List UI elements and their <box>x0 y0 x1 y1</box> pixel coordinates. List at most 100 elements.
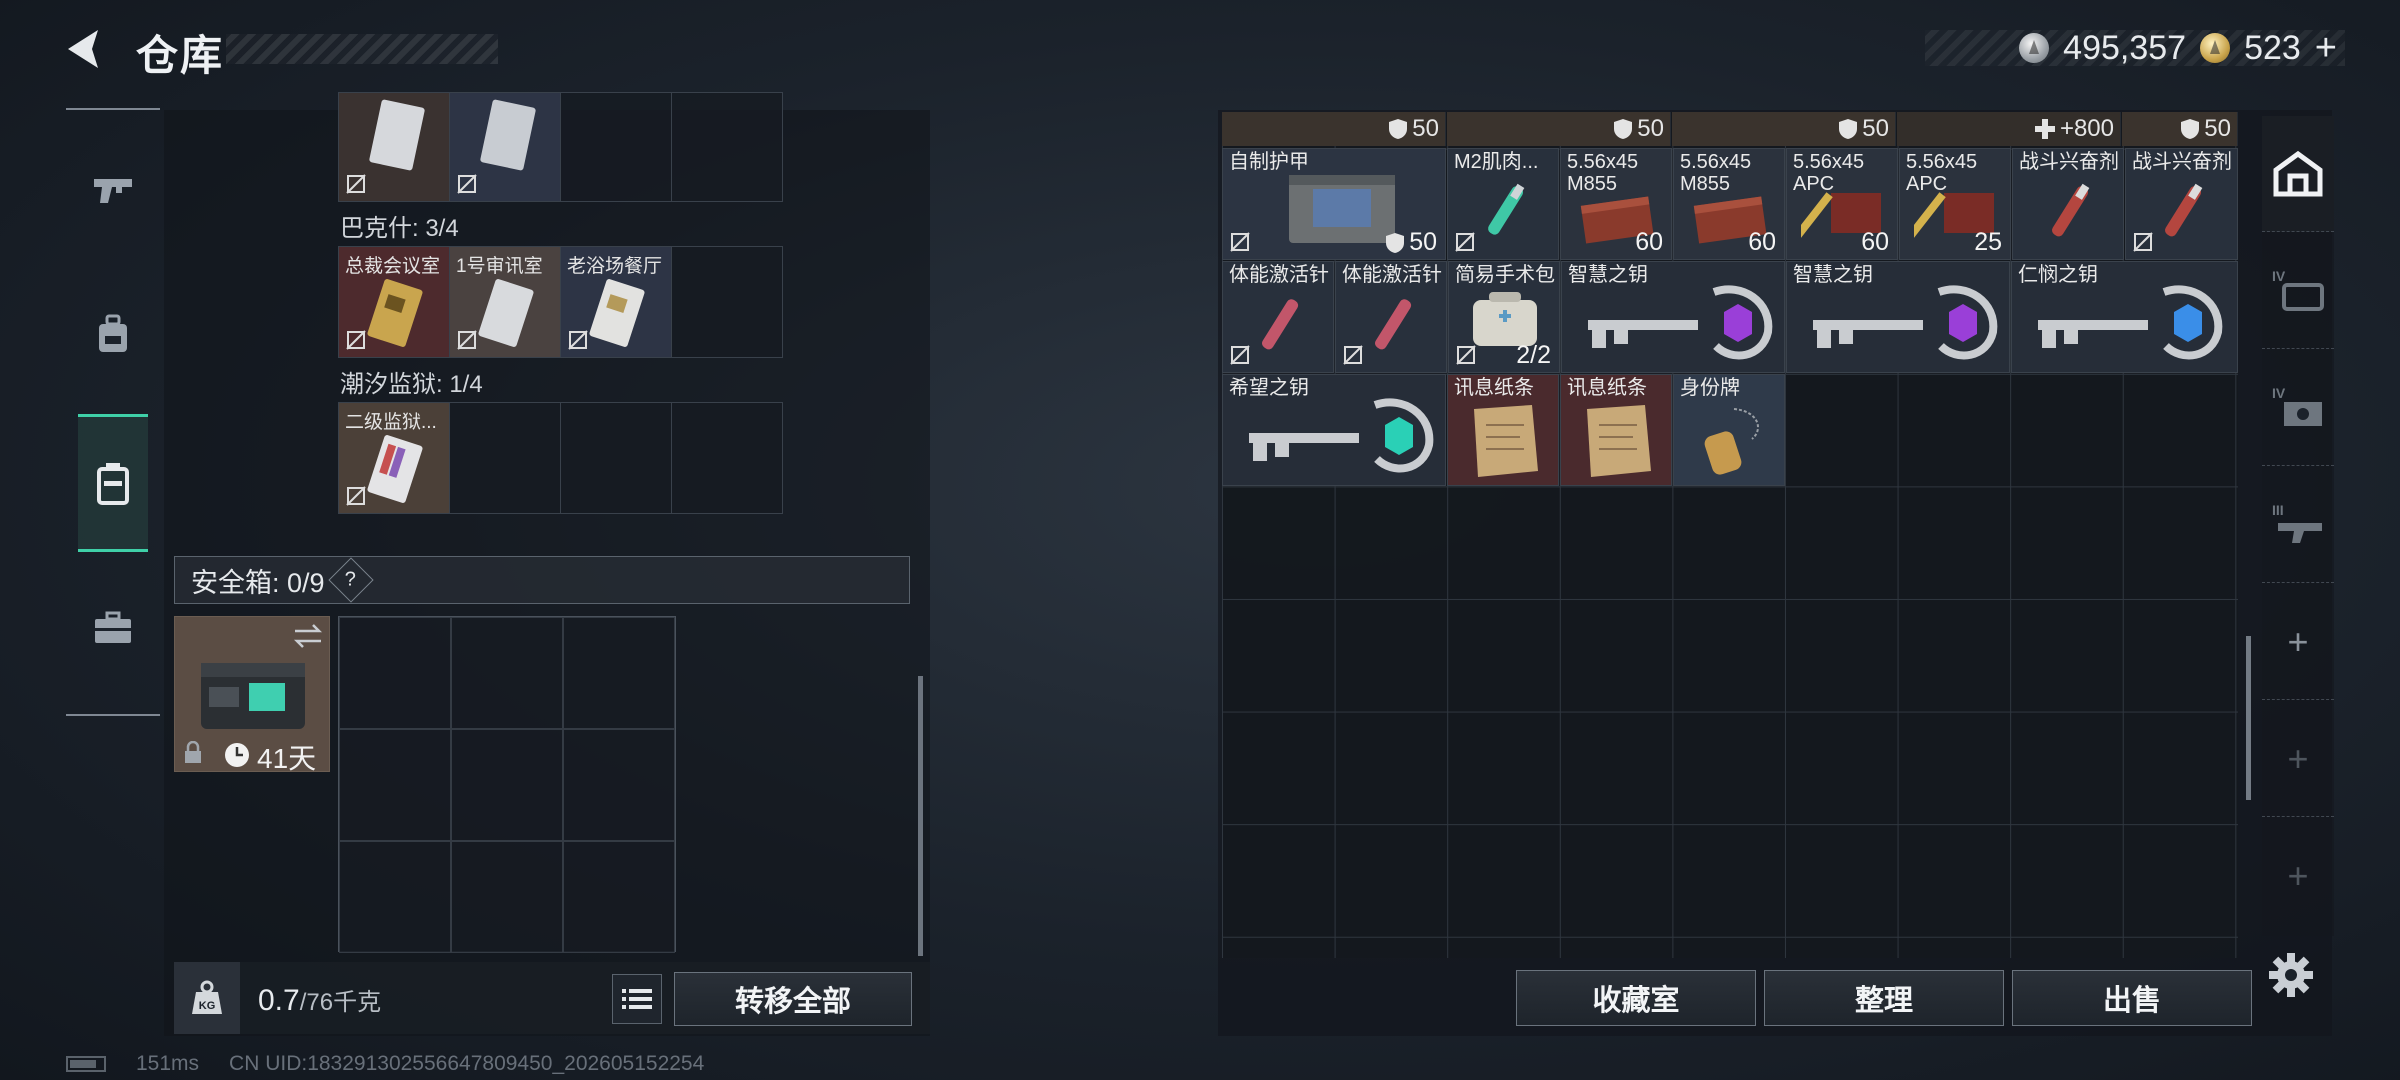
tab-warehouse[interactable] <box>2262 116 2334 232</box>
collection-button[interactable]: 收藏室 <box>1516 970 1756 1026</box>
paper-note-icon <box>1587 405 1651 477</box>
safebox-slot[interactable] <box>451 617 563 729</box>
sort-button[interactable]: 整理 <box>1764 970 2004 1026</box>
help-button[interactable]: ? <box>327 557 374 603</box>
stash-scrollbar[interactable] <box>2246 636 2251 800</box>
stash-item-key[interactable]: 智慧之钥 <box>1561 261 1785 373</box>
stash-top-item[interactable]: 50 <box>2122 112 2238 146</box>
stash-item-stimulant[interactable]: 战斗兴奋剂 <box>2125 148 2238 260</box>
item-label: 二级监狱... <box>345 412 437 433</box>
tab-add[interactable]: + <box>2262 701 2334 817</box>
empty-slot[interactable] <box>671 92 783 202</box>
safebox-slot[interactable] <box>451 841 563 953</box>
no-trade-icon <box>1230 232 1250 252</box>
safebox-slot[interactable] <box>339 729 451 841</box>
empty-slot[interactable] <box>560 92 672 202</box>
uid-text: CN UID:183291302556647809450_20260515225… <box>229 1052 705 1075</box>
svg-text:III: III <box>2272 502 2284 518</box>
stash-item-ammo[interactable]: 5.56x45 M855 60 <box>1560 148 1672 260</box>
item-label: 战斗兴奋剂 <box>2132 151 2232 173</box>
tab-tier-iii-weapon[interactable]: III <box>2262 467 2334 583</box>
safebox-slot[interactable] <box>563 729 675 841</box>
stash-item-ammo[interactable]: 5.56x45 M855 60 <box>1673 148 1785 260</box>
help-icon: ? <box>344 568 357 591</box>
safebox-slot[interactable] <box>339 841 451 953</box>
item-label: 体能激活针 <box>1342 264 1442 286</box>
bakesh-key-row: 总裁会议室 1号审讯室 老浴场餐厅 <box>338 246 783 358</box>
stash-item-armor[interactable]: 自制护甲 50 <box>1222 148 1446 260</box>
key-card-slot[interactable]: 1号审讯室 <box>449 246 561 358</box>
sell-button[interactable]: 出售 <box>2012 970 2252 1026</box>
key-card-slot[interactable] <box>338 92 450 202</box>
tab-add[interactable]: + <box>2262 584 2334 700</box>
tab-tier-iv-gear[interactable]: IV <box>2262 350 2334 466</box>
nav-weapons[interactable] <box>78 140 148 240</box>
stash-item-injector[interactable]: 体能激活针 <box>1335 261 1447 373</box>
stash-top-item[interactable]: 50 <box>1672 112 1896 146</box>
briefcase-icon <box>95 611 131 643</box>
safe-case-icon <box>201 663 305 729</box>
stash-item-key[interactable]: 仁悯之钥 <box>2011 261 2238 373</box>
weight-capacity: /76千克 <box>299 989 382 1016</box>
nav-briefcase[interactable] <box>78 578 148 678</box>
safebox-slot[interactable] <box>451 729 563 841</box>
key-card-slot[interactable]: 二级监狱... <box>338 402 450 514</box>
safebox-item[interactable]: 41天 <box>174 616 330 774</box>
nav-container[interactable] <box>78 414 148 552</box>
no-trade-icon <box>346 486 366 506</box>
stash-item-ammo[interactable]: 5.56x45 APC 60 <box>1786 148 1898 260</box>
stash-item-injector[interactable]: 体能激活针 <box>1222 261 1334 373</box>
inventory-scrollbar[interactable] <box>918 676 923 956</box>
weight-text: 0.7/76千克 <box>258 982 381 1018</box>
silver-amount: 495,357 <box>2063 28 2187 67</box>
item-label: 5.56x45 M855 <box>1567 151 1639 195</box>
stash-item-note[interactable]: 讯息纸条 <box>1447 374 1559 486</box>
dog-tag-icon <box>1704 408 1759 475</box>
add-currency-button[interactable]: + <box>2315 27 2337 70</box>
stim-injector-icon <box>2165 183 2203 237</box>
durability-value: 50 <box>2204 115 2231 142</box>
stash-item-key[interactable]: 智慧之钥 <box>1786 261 2010 373</box>
empty-slot[interactable] <box>560 402 672 514</box>
add-tab-icon: + <box>2287 620 2309 662</box>
stash-top-item[interactable]: 50 <box>1447 112 1671 146</box>
ornate-key-icon <box>1588 285 1773 360</box>
no-trade-icon <box>457 174 477 194</box>
safebox-slot[interactable] <box>563 841 675 953</box>
side-nav <box>66 108 160 716</box>
key-card-slot[interactable]: 总裁会议室 <box>338 246 450 358</box>
stash-item-key[interactable]: 希望之钥 <box>1222 374 1446 486</box>
safebox-slot[interactable] <box>563 617 675 729</box>
stash-item-stimulant[interactable]: 战斗兴奋剂 <box>2012 148 2124 260</box>
nav-backpack[interactable] <box>78 284 148 384</box>
durability-value: 50 <box>1862 115 1889 142</box>
empty-slot[interactable] <box>449 402 561 514</box>
empty-slot[interactable] <box>671 246 783 358</box>
stash-item-surgery-kit[interactable]: 简易手术包 2/2 <box>1448 261 1560 373</box>
ping-value: 151ms <box>136 1052 200 1075</box>
item-label: 1号审讯室 <box>456 256 543 277</box>
list-view-button[interactable] <box>612 974 662 1024</box>
tab-add[interactable]: + <box>2262 818 2334 934</box>
settings-button[interactable] <box>2266 950 2316 1000</box>
stamina-injector-icon <box>1262 299 1299 350</box>
chaoxi-label: 潮汐监狱: 1/4 <box>340 371 483 398</box>
back-button[interactable] <box>62 26 122 72</box>
stash-item-injector[interactable]: M2肌肉... <box>1447 148 1559 260</box>
lock-icon <box>185 741 201 763</box>
svg-text:KG: KG <box>199 1000 216 1012</box>
stash-item-note[interactable]: 讯息纸条 <box>1560 374 1672 486</box>
stash-item-dogtag[interactable]: 身份牌 <box>1673 374 1785 486</box>
tab-tier-iv-case[interactable]: IV <box>2262 233 2334 349</box>
key-card-slot[interactable]: 老浴场餐厅 <box>560 246 672 358</box>
armor-durability-icon <box>1839 119 1858 139</box>
stash-top-item[interactable]: +800 <box>1897 112 2121 146</box>
medical-cross-icon <box>2034 119 2055 139</box>
transfer-all-button[interactable]: 转移全部 <box>674 972 912 1026</box>
gear-icon <box>2269 953 2313 997</box>
safebox-slot[interactable] <box>339 617 451 729</box>
key-card-slot[interactable] <box>449 92 561 202</box>
stash-top-item[interactable]: 50 <box>1222 112 1446 146</box>
empty-slot[interactable] <box>671 402 783 514</box>
stash-item-ammo[interactable]: 5.56x45 APC 25 <box>1899 148 2011 260</box>
